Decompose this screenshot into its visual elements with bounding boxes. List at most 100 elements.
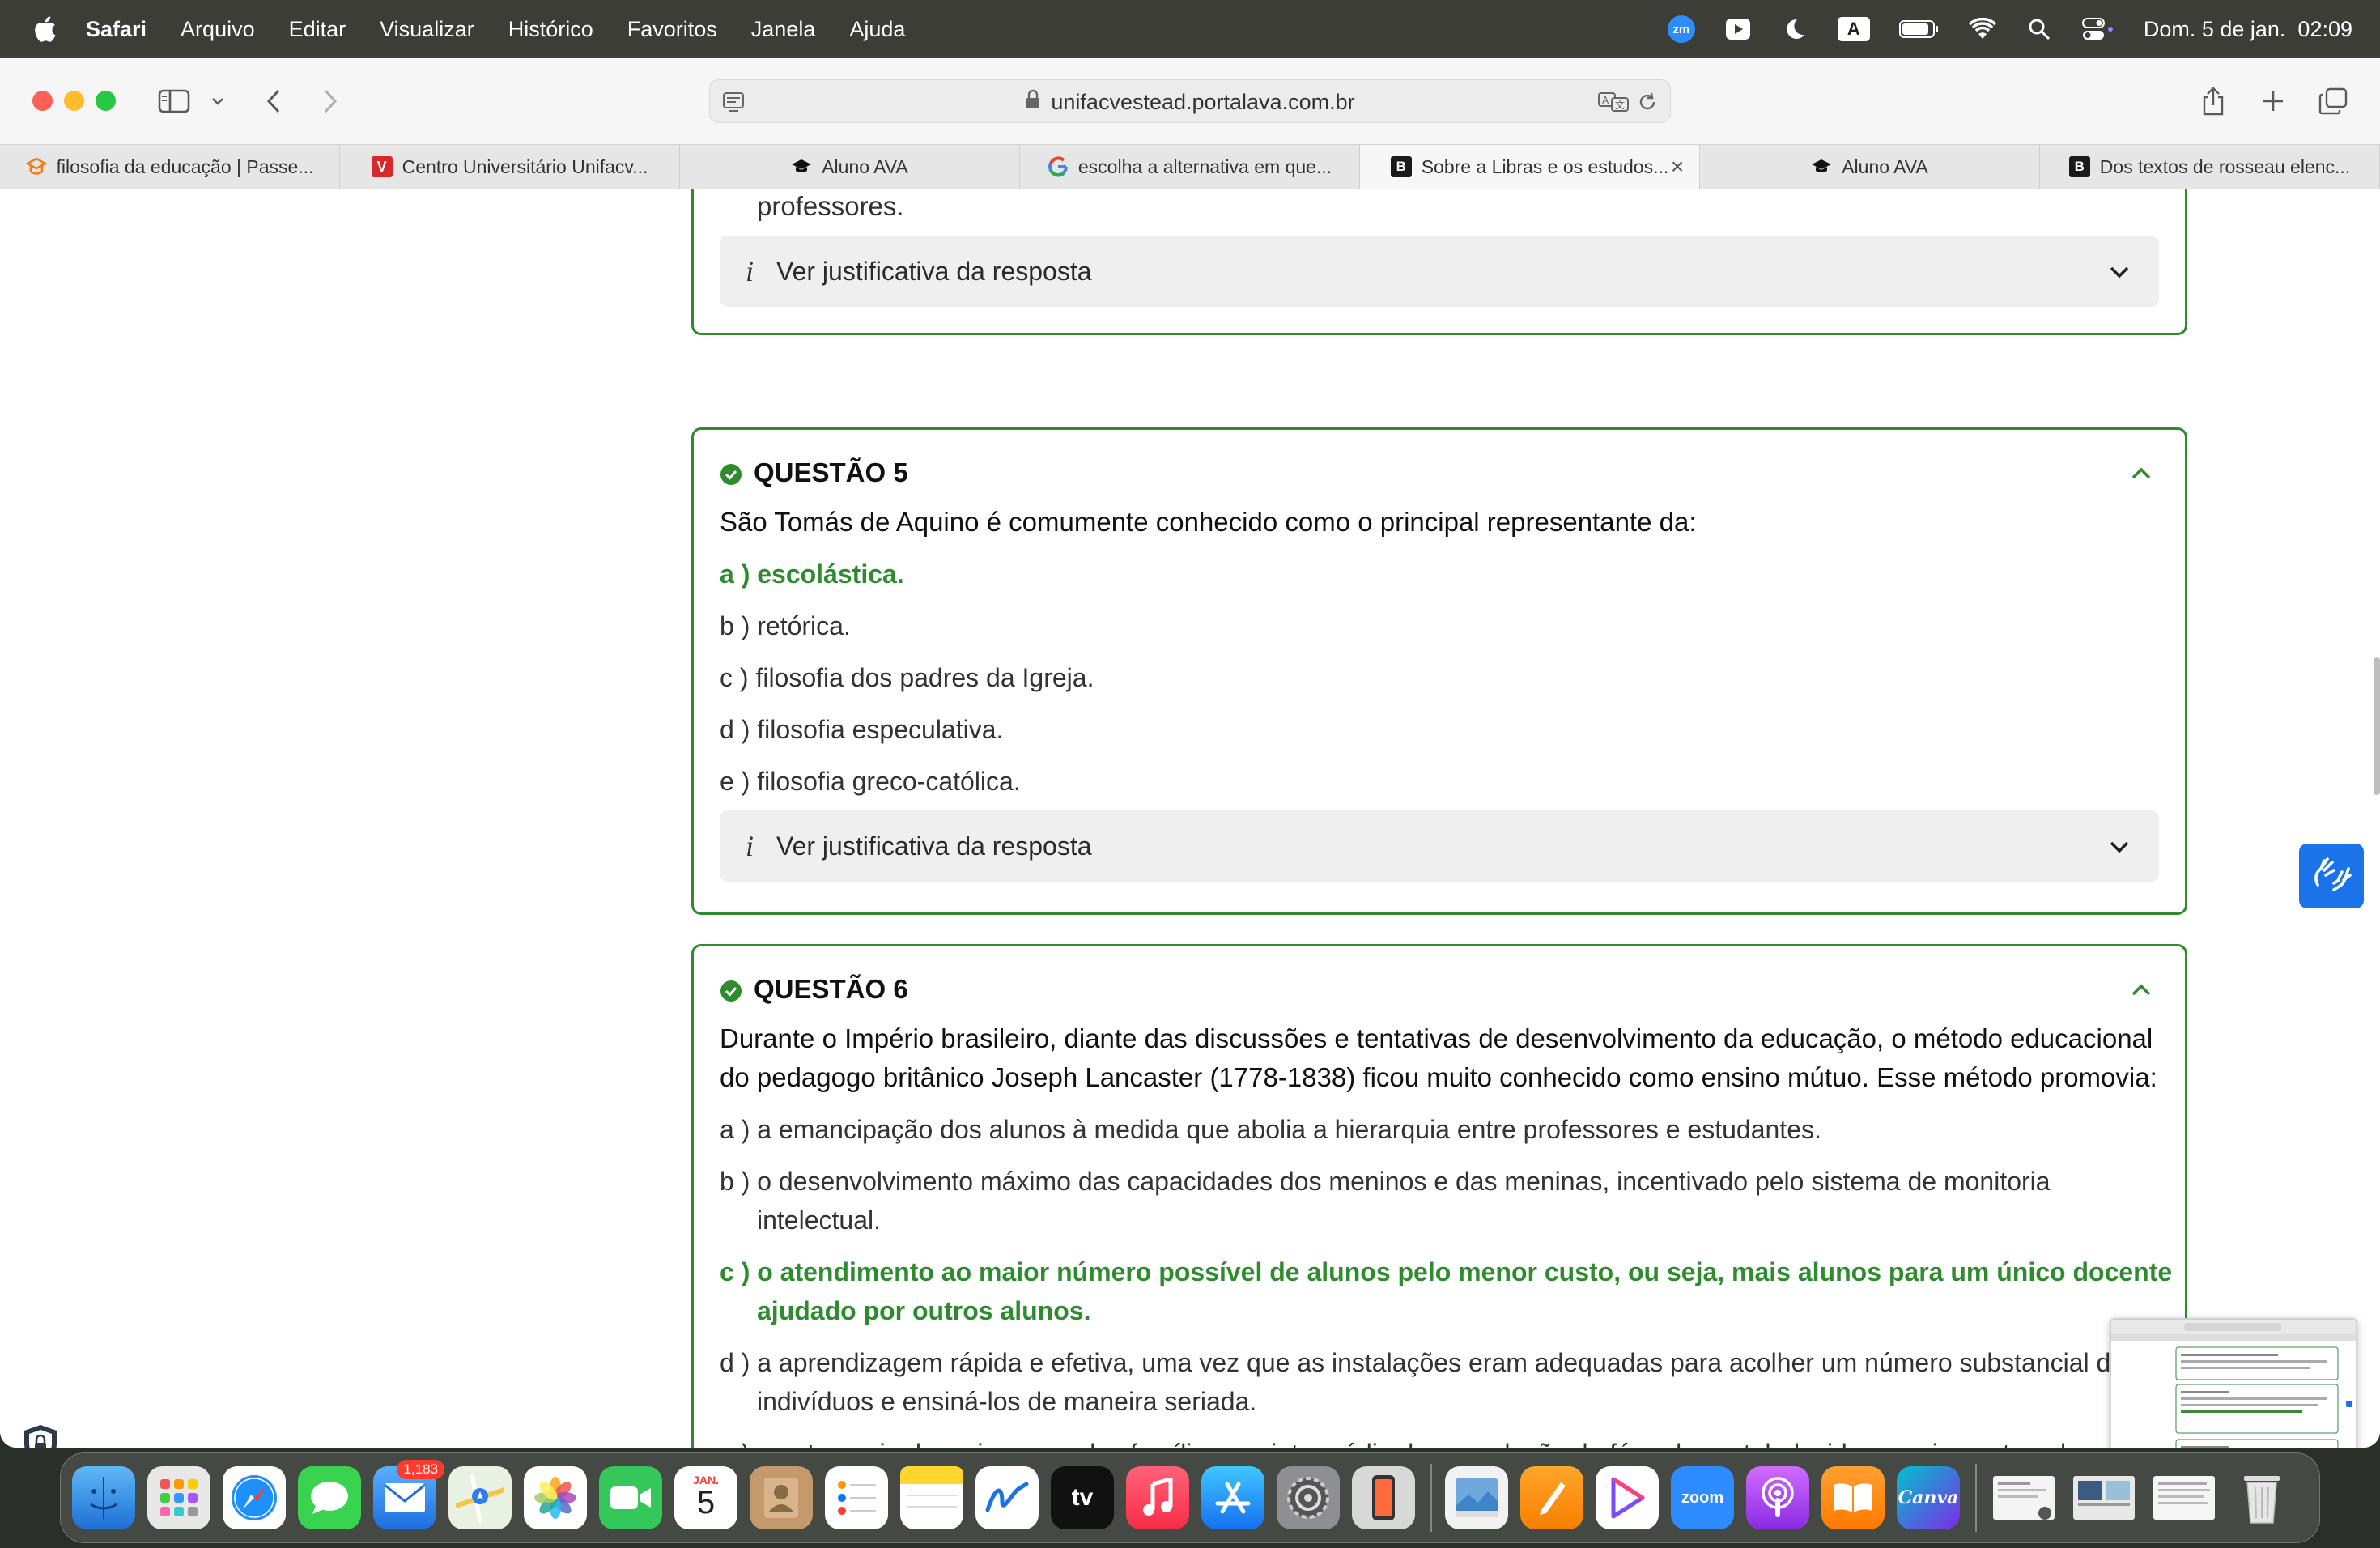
mail-unread-badge: 1,183 [397,1460,444,1479]
notes-icon[interactable] [900,1466,963,1529]
menu-janela[interactable]: Janela [751,17,816,42]
tab-brainly-libras[interactable]: B Sobre a Libras e os estudos... × [1360,145,1700,189]
mail-icon[interactable]: 1,183 [373,1460,444,1529]
apple-menu-icon[interactable] [31,14,58,45]
tab-overview-icon[interactable] [2315,83,2351,120]
shield-lock-icon[interactable] [21,1423,60,1448]
dock-separator [1975,1464,1977,1532]
calendar-day: 5 [696,1485,716,1520]
tab-aluno-ava-2[interactable]: Aluno AVA [1700,145,2040,189]
reminders-icon[interactable] [825,1466,888,1529]
safari-icon[interactable] [223,1466,286,1529]
menu-favoritos[interactable]: Favoritos [627,17,717,42]
share-icon[interactable] [2195,83,2231,120]
play-icon[interactable] [1724,15,1752,43]
new-tab-icon[interactable] [2255,83,2291,120]
app-store-icon[interactable] [1201,1466,1264,1529]
podcasts-icon[interactable] [1746,1466,1809,1529]
close-tab-icon[interactable]: × [1667,155,1688,178]
sign-language-hands-icon [2310,854,2353,899]
tab-title: Sobre a Libras e os estudos... [1421,155,1669,177]
tab-aluno-ava-1[interactable]: Aluno AVA [680,145,1020,189]
iphone-mirroring-icon[interactable] [1352,1466,1415,1529]
infuse-icon[interactable] [1596,1466,1659,1529]
calendar-icon[interactable]: JAN. 5 [674,1466,737,1529]
address-bar[interactable]: unifacvestead.portalava.com.br A文 [709,79,1671,123]
contacts-icon[interactable] [750,1466,813,1529]
option-e[interactable]: e ) filosofia greco-católica. [720,762,2177,801]
freeform-icon[interactable] [975,1466,1039,1529]
input-source-icon[interactable]: A [1837,17,1870,41]
chevron-up-icon[interactable] [2128,461,2154,487]
books-icon[interactable] [1821,1466,1885,1529]
menu-arquivo[interactable]: Arquivo [181,17,255,42]
minimized-window-thumbnail[interactable] [2070,1466,2138,1529]
tab-title: Centro Universitário Unifacv... [402,155,648,177]
preview-icon[interactable] [1445,1466,1508,1529]
zoom-app-icon[interactable]: zoom [1671,1466,1734,1529]
zoom-window-button[interactable] [96,91,116,111]
tab-group-chevron-icon[interactable] [207,83,228,120]
minimize-window-button[interactable] [64,91,84,111]
option-c[interactable]: c ) filosofia dos padres da Igreja. [720,658,2177,697]
system-settings-icon[interactable] [1277,1466,1340,1529]
launchpad-icon[interactable] [147,1466,210,1529]
menu-app-name[interactable]: Safari [86,17,147,42]
moon-icon[interactable] [1781,15,1808,43]
google-icon [1048,156,1069,177]
scrollbar-thumb[interactable] [2374,657,2380,795]
minimized-window-thumbnail[interactable] [1990,1466,2058,1529]
info-icon: i [746,255,754,287]
option-a[interactable]: a ) a emancipação dos alunos à medida qu… [720,1110,2177,1149]
trash-icon[interactable] [2230,1466,2293,1529]
pages-icon[interactable] [1520,1466,1583,1529]
menu-ajuda[interactable]: Ajuda [849,17,905,42]
question-title: QUESTÃO 5 [754,457,908,487]
tab-google-search[interactable]: escolha a alternativa em que... [1020,145,1360,189]
messages-icon[interactable] [298,1466,361,1529]
unifacvest-icon: V [371,156,393,177]
back-button[interactable] [257,83,290,120]
sidebar-toggle-icon[interactable] [155,83,193,120]
forward-button[interactable] [314,83,346,120]
check-circle-icon [720,461,742,485]
tab-passei-direto[interactable]: filosofia da educação | Passe... [0,145,340,189]
brainly-icon: B [1390,156,1412,177]
option-e[interactable]: e ) a autonomia das crianças e das famíl… [720,1434,2177,1448]
battery-icon[interactable] [1898,15,1940,43]
apple-tv-icon[interactable]: tv [1051,1466,1114,1529]
music-icon[interactable] [1126,1466,1189,1529]
menu-editar[interactable]: Editar [289,17,346,42]
justification-label: Ver justificativa da resposta [776,831,1092,861]
tab-unifacvest[interactable]: V Centro Universitário Unifacv... [340,145,680,189]
option-d[interactable]: d ) a aprendizagem rápida e efetiva, uma… [720,1343,2201,1421]
close-window-button[interactable] [32,91,53,111]
address-field[interactable]: unifacvestead.portalava.com.br [710,80,1670,124]
zoom-icon[interactable]: zm [1667,15,1695,43]
menu-visualizar[interactable]: Visualizar [380,17,474,42]
tab-brainly-rousseau[interactable]: B Dos textos de rosseau elenc... [2040,145,2380,189]
screenshot-preview-thumbnail[interactable] [2110,1318,2357,1448]
control-center-icon[interactable] [2081,15,2114,43]
menu-historico[interactable]: Histórico [508,17,593,42]
justification-toggle[interactable]: i Ver justificativa da resposta [720,810,2159,882]
translate-icon[interactable]: A文 [1597,90,1630,114]
vlibras-accessibility-button[interactable] [2299,844,2364,908]
minimized-window-thumbnail[interactable] [2150,1466,2218,1529]
photos-icon[interactable] [524,1466,587,1529]
justification-toggle[interactable]: i Ver justificativa da resposta [720,236,2159,307]
menubar-clock[interactable]: Dom. 5 de jan. 02:09 [2144,17,2352,42]
wifi-icon[interactable] [1968,15,1996,43]
option-b[interactable]: b ) o desenvolvimento máximo das capacid… [720,1162,2177,1240]
reload-icon[interactable] [1636,91,1659,113]
canva-icon[interactable]: Canva [1897,1466,1960,1529]
maps-icon[interactable] [448,1466,512,1529]
option-a-correct[interactable]: a ) escolástica. [720,555,2177,593]
option-d[interactable]: d ) filosofia especulativa. [720,710,2177,749]
option-b[interactable]: b ) retórica. [720,606,2177,645]
finder-icon[interactable] [72,1466,135,1529]
facetime-icon[interactable] [599,1466,662,1529]
chevron-up-icon[interactable] [2128,977,2154,1003]
option-c-correct[interactable]: c ) o atendimento ao maior número possív… [720,1252,2177,1330]
search-icon[interactable] [2025,15,2053,43]
